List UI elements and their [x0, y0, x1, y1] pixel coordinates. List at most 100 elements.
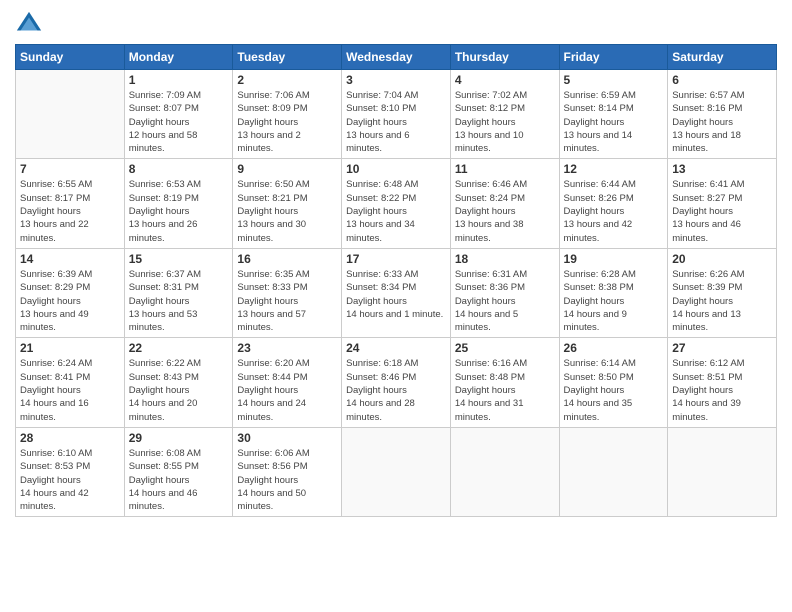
calendar-cell: 4 Sunrise: 7:02 AMSunset: 8:12 PMDaylight…: [450, 70, 559, 159]
day-number: 22: [129, 341, 229, 355]
day-info: Sunrise: 6:26 AMSunset: 8:39 PMDaylight …: [672, 268, 772, 334]
calendar-cell: 17 Sunrise: 6:33 AMSunset: 8:34 PMDayligh…: [342, 248, 451, 337]
calendar-cell: 10Sunrise: 6:48 AMSunset: 8:22 PMDayligh…: [342, 159, 451, 248]
calendar-cell: [342, 427, 451, 516]
day-info: Sunrise: 6:53 AMSunset: 8:19 PMDaylight …: [129, 178, 229, 244]
day-number: 14: [20, 252, 120, 266]
calendar-cell: 18 Sunrise: 6:31 AMSunset: 8:36 PMDayligh…: [450, 248, 559, 337]
day-number: 13: [672, 162, 772, 176]
day-number: 15: [129, 252, 229, 266]
day-number: 6: [672, 73, 772, 87]
day-info: Sunrise: 6:59 AMSunset: 8:14 PMDaylight …: [564, 89, 664, 155]
weekday-header-saturday: Saturday: [668, 45, 777, 70]
calendar-cell: 11 Sunrise: 6:46 AMSunset: 8:24 PMDayligh…: [450, 159, 559, 248]
day-info: Sunrise: 6:16 AMSunset: 8:48 PMDaylight …: [455, 357, 555, 423]
calendar-cell: 15 Sunrise: 6:37 AMSunset: 8:31 PMDayligh…: [124, 248, 233, 337]
day-number: 2: [237, 73, 337, 87]
day-info: Sunrise: 6:33 AMSunset: 8:34 PMDaylight …: [346, 268, 446, 321]
day-number: 11: [455, 162, 555, 176]
calendar-cell: 13 Sunrise: 6:41 AMSunset: 8:27 PMDayligh…: [668, 159, 777, 248]
day-info: Sunrise: 6:44 AMSunset: 8:26 PMDaylight …: [564, 178, 664, 244]
weekday-header-wednesday: Wednesday: [342, 45, 451, 70]
day-number: 5: [564, 73, 664, 87]
day-info: Sunrise: 6:10 AMSunset: 8:53 PMDaylight …: [20, 447, 120, 513]
day-number: 9: [237, 162, 337, 176]
calendar-cell: [668, 427, 777, 516]
calendar-cell: 16 Sunrise: 6:35 AMSunset: 8:33 PMDayligh…: [233, 248, 342, 337]
calendar-cell: 1Sunrise: 7:09 AMSunset: 8:07 PMDaylight…: [124, 70, 233, 159]
calendar-cell: [450, 427, 559, 516]
day-number: 8: [129, 162, 229, 176]
day-number: 10: [346, 162, 446, 176]
day-info: Sunrise: 6:35 AMSunset: 8:33 PMDaylight …: [237, 268, 337, 334]
weekday-header-tuesday: Tuesday: [233, 45, 342, 70]
day-info: Sunrise: 7:04 AMSunset: 8:10 PMDaylight …: [346, 89, 446, 155]
day-info: Sunrise: 7:06 AMSunset: 8:09 PMDaylight …: [237, 89, 337, 155]
calendar-cell: 8 Sunrise: 6:53 AMSunset: 8:19 PMDaylight…: [124, 159, 233, 248]
day-number: 29: [129, 431, 229, 445]
day-info: Sunrise: 6:37 AMSunset: 8:31 PMDaylight …: [129, 268, 229, 334]
calendar-cell: 21Sunrise: 6:24 AMSunset: 8:41 PMDayligh…: [16, 338, 125, 427]
calendar-cell: 26 Sunrise: 6:14 AMSunset: 8:50 PMDayligh…: [559, 338, 668, 427]
day-info: Sunrise: 6:41 AMSunset: 8:27 PMDaylight …: [672, 178, 772, 244]
page: SundayMondayTuesdayWednesdayThursdayFrid…: [0, 0, 792, 612]
day-number: 7: [20, 162, 120, 176]
day-number: 12: [564, 162, 664, 176]
calendar-cell: 22 Sunrise: 6:22 AMSunset: 8:43 PMDayligh…: [124, 338, 233, 427]
day-number: 30: [237, 431, 337, 445]
day-info: Sunrise: 6:12 AMSunset: 8:51 PMDaylight …: [672, 357, 772, 423]
day-info: Sunrise: 6:06 AMSunset: 8:56 PMDaylight …: [237, 447, 337, 513]
day-info: Sunrise: 6:55 AMSunset: 8:17 PMDaylight …: [20, 178, 120, 244]
day-number: 4: [455, 73, 555, 87]
day-number: 16: [237, 252, 337, 266]
day-info: Sunrise: 6:08 AMSunset: 8:55 PMDaylight …: [129, 447, 229, 513]
day-number: 17: [346, 252, 446, 266]
day-info: Sunrise: 6:31 AMSunset: 8:36 PMDaylight …: [455, 268, 555, 334]
day-info: Sunrise: 6:24 AMSunset: 8:41 PMDaylight …: [20, 357, 120, 423]
day-info: Sunrise: 6:14 AMSunset: 8:50 PMDaylight …: [564, 357, 664, 423]
weekday-header-row: SundayMondayTuesdayWednesdayThursdayFrid…: [16, 45, 777, 70]
calendar-table: SundayMondayTuesdayWednesdayThursdayFrid…: [15, 44, 777, 517]
weekday-header-sunday: Sunday: [16, 45, 125, 70]
day-info: Sunrise: 6:22 AMSunset: 8:43 PMDaylight …: [129, 357, 229, 423]
day-info: Sunrise: 6:20 AMSunset: 8:44 PMDaylight …: [237, 357, 337, 423]
calendar-week-row: 7 Sunrise: 6:55 AMSunset: 8:17 PMDaylight…: [16, 159, 777, 248]
day-info: Sunrise: 6:50 AMSunset: 8:21 PMDaylight …: [237, 178, 337, 244]
day-number: 3: [346, 73, 446, 87]
day-number: 27: [672, 341, 772, 355]
calendar-cell: 27 Sunrise: 6:12 AMSunset: 8:51 PMDayligh…: [668, 338, 777, 427]
weekday-header-monday: Monday: [124, 45, 233, 70]
logo: [15, 10, 47, 38]
calendar-cell: 9 Sunrise: 6:50 AMSunset: 8:21 PMDaylight…: [233, 159, 342, 248]
calendar-cell: 2 Sunrise: 7:06 AMSunset: 8:09 PMDaylight…: [233, 70, 342, 159]
day-info: Sunrise: 6:57 AMSunset: 8:16 PMDaylight …: [672, 89, 772, 155]
calendar-week-row: 28 Sunrise: 6:10 AMSunset: 8:53 PMDayligh…: [16, 427, 777, 516]
day-number: 20: [672, 252, 772, 266]
calendar-cell: 28 Sunrise: 6:10 AMSunset: 8:53 PMDayligh…: [16, 427, 125, 516]
day-info: Sunrise: 6:39 AMSunset: 8:29 PMDaylight …: [20, 268, 120, 334]
calendar-cell: 29 Sunrise: 6:08 AMSunset: 8:55 PMDayligh…: [124, 427, 233, 516]
calendar-cell: 3 Sunrise: 7:04 AMSunset: 8:10 PMDaylight…: [342, 70, 451, 159]
day-info: Sunrise: 7:02 AMSunset: 8:12 PMDaylight …: [455, 89, 555, 155]
day-number: 1: [129, 73, 229, 87]
day-info: Sunrise: 6:46 AMSunset: 8:24 PMDaylight …: [455, 178, 555, 244]
calendar-cell: 6 Sunrise: 6:57 AMSunset: 8:16 PMDaylight…: [668, 70, 777, 159]
day-number: 28: [20, 431, 120, 445]
day-info: Sunrise: 6:18 AMSunset: 8:46 PMDaylight …: [346, 357, 446, 423]
calendar-cell: 12 Sunrise: 6:44 AMSunset: 8:26 PMDayligh…: [559, 159, 668, 248]
day-number: 26: [564, 341, 664, 355]
day-info: Sunrise: 6:28 AMSunset: 8:38 PMDaylight …: [564, 268, 664, 334]
calendar-week-row: 1Sunrise: 7:09 AMSunset: 8:07 PMDaylight…: [16, 70, 777, 159]
calendar-cell: 23 Sunrise: 6:20 AMSunset: 8:44 PMDayligh…: [233, 338, 342, 427]
day-number: 24: [346, 341, 446, 355]
calendar-week-row: 21Sunrise: 6:24 AMSunset: 8:41 PMDayligh…: [16, 338, 777, 427]
calendar-cell: 5 Sunrise: 6:59 AMSunset: 8:14 PMDaylight…: [559, 70, 668, 159]
calendar-cell: 14 Sunrise: 6:39 AMSunset: 8:29 PMDayligh…: [16, 248, 125, 337]
calendar-cell: [559, 427, 668, 516]
weekday-header-friday: Friday: [559, 45, 668, 70]
day-number: 19: [564, 252, 664, 266]
calendar-cell: 19 Sunrise: 6:28 AMSunset: 8:38 PMDayligh…: [559, 248, 668, 337]
day-number: 23: [237, 341, 337, 355]
calendar-cell: 30 Sunrise: 6:06 AMSunset: 8:56 PMDayligh…: [233, 427, 342, 516]
day-number: 18: [455, 252, 555, 266]
